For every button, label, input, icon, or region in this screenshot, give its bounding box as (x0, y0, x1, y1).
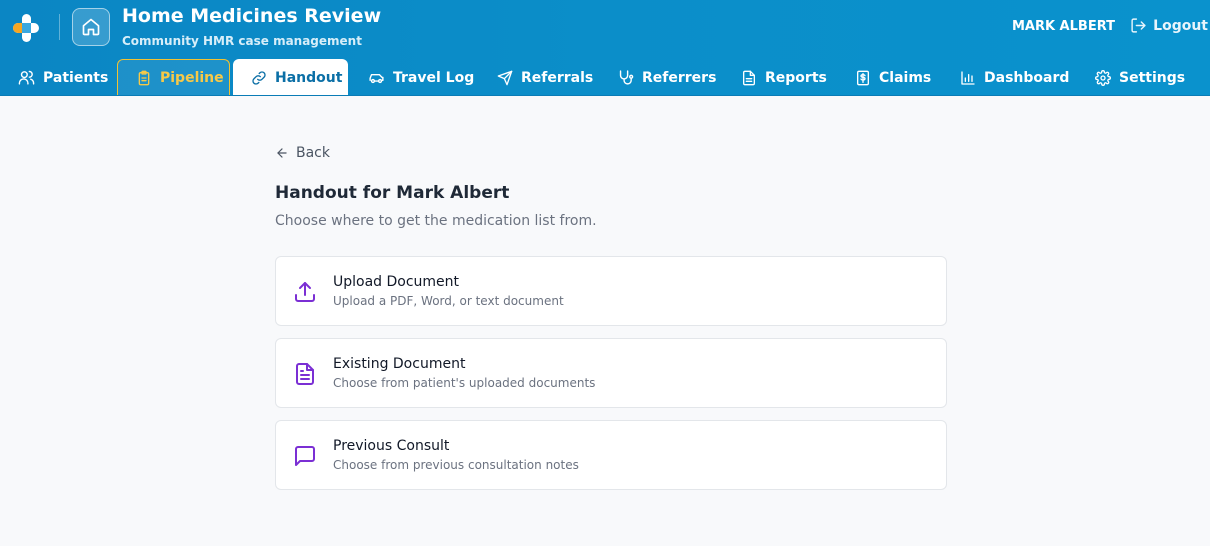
upload-icon (295, 282, 315, 302)
logout-icon (1131, 18, 1146, 33)
link-icon (252, 70, 266, 85)
tab-bar-underline (0, 95, 1210, 96)
tab-label: Referrals (521, 69, 594, 86)
user-name: MARK ALBERT (1011, 19, 1115, 34)
tab-label: Travel Log (393, 69, 475, 86)
tab-label: Settings (1119, 69, 1186, 86)
message-icon (295, 446, 315, 466)
app-header: Home Medicines Review Community HMR case… (0, 0, 1210, 96)
home-button[interactable] (72, 8, 110, 46)
home-icon (82, 18, 100, 36)
tab-label: Reports (765, 69, 827, 86)
tab-referrals[interactable]: Referrals (479, 59, 593, 96)
header-divider (59, 14, 60, 40)
app-logo-icon (13, 14, 39, 42)
clipboard-icon (138, 70, 150, 86)
tab-dashboard[interactable]: Dashboard (942, 59, 1069, 96)
brand-row: Home Medicines Review Community HMR case… (0, 0, 1210, 58)
users-icon (18, 70, 35, 85)
arrow-left-icon (277, 148, 287, 158)
tab-settings[interactable]: Settings (1077, 59, 1185, 96)
option-description: Choose from patient's uploaded documents (333, 376, 596, 390)
option-title: Existing Document (333, 356, 466, 372)
page-subtitle: Choose where to get the medication list … (275, 213, 597, 229)
option-previous-consult[interactable]: Previous Consult Choose from previous co… (275, 420, 947, 490)
option-description: Choose from previous consultation notes (333, 458, 579, 472)
stethoscope-icon (619, 70, 634, 85)
send-icon (497, 70, 513, 85)
document-icon (296, 363, 314, 385)
tab-reports[interactable]: Reports (723, 59, 827, 96)
page-title: Handout for Mark Albert (275, 183, 510, 203)
option-upload-document[interactable]: Upload Document Upload a PDF, Word, or t… (275, 256, 947, 326)
tab-pipeline[interactable]: Pipeline (117, 59, 230, 96)
app-subtitle: Community HMR case management (122, 34, 362, 48)
dollar-file-icon (857, 70, 869, 85)
bar-chart-icon (961, 70, 975, 85)
logout-label: Logout (1153, 17, 1208, 34)
file-text-icon (743, 70, 755, 85)
main-nav-tabs: Patients Pipeline Handout Travel Log Ref… (0, 59, 1210, 96)
tab-label: Dashboard (984, 69, 1070, 86)
tab-label: Handout (275, 69, 343, 86)
tab-handout[interactable]: Handout (233, 59, 348, 96)
back-label: Back (296, 145, 330, 161)
option-description: Upload a PDF, Word, or text document (333, 294, 564, 308)
gear-icon (1095, 69, 1111, 86)
tab-patients[interactable]: Patients (0, 59, 108, 96)
tab-referrers[interactable]: Referrers (599, 59, 716, 96)
option-existing-document[interactable]: Existing Document Choose from patient's … (275, 338, 947, 408)
tab-travel-log[interactable]: Travel Log (350, 59, 474, 96)
back-link[interactable]: Back (275, 145, 330, 161)
tab-label: Pipeline (160, 70, 224, 86)
app-title: Home Medicines Review (122, 5, 382, 27)
tab-label: Patients (43, 69, 109, 86)
option-title: Previous Consult (333, 438, 450, 454)
tab-label: Claims (879, 69, 932, 86)
car-icon (369, 73, 384, 84)
tab-claims[interactable]: Claims (837, 59, 931, 96)
option-title: Upload Document (333, 274, 460, 290)
logout-button[interactable]: Logout (1130, 17, 1208, 34)
tab-label: Referrers (642, 69, 717, 86)
